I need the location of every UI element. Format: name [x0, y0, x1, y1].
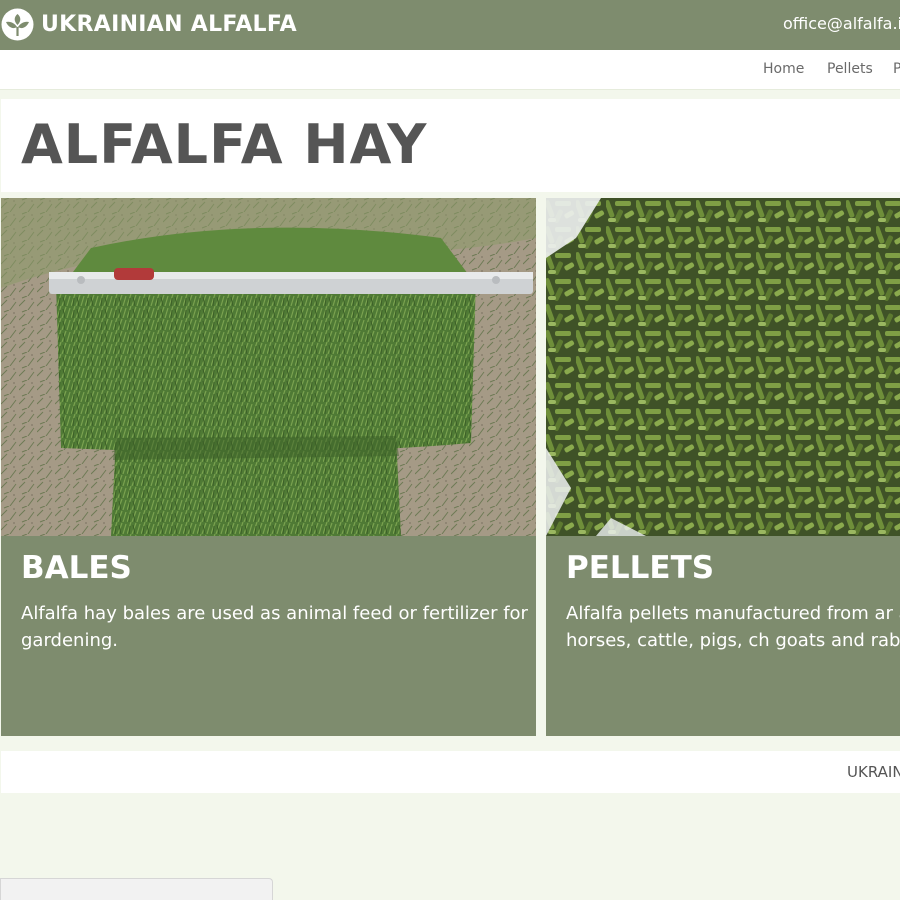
- pellets-image[interactable]: [546, 198, 900, 536]
- email-link[interactable]: office@alfalfa.in: [783, 14, 900, 33]
- nav-item-pellets[interactable]: Pellets: [827, 61, 873, 77]
- nav-item-home[interactable]: Home: [763, 61, 804, 77]
- card-text-bales: Alfalfa hay bales are used as animal fee…: [21, 603, 528, 651]
- card-text-pellets: Alfalfa pellets manufactured from ar alf…: [566, 603, 900, 651]
- card-title-pellets[interactable]: PELLETS: [566, 550, 714, 586]
- brand-name[interactable]: UKRAINIAN ALFALFA: [41, 12, 297, 37]
- leaf-logo-icon[interactable]: [1, 8, 34, 41]
- top-bar: UKRAINIAN ALFALFA office@alfalfa.in: [0, 0, 900, 50]
- title-panel: ALFALFA HAY: [1, 99, 900, 192]
- footer: UKRAIN: [1, 751, 900, 793]
- nav-bar: Home Pellets P: [0, 50, 900, 90]
- hay-bale-image[interactable]: [1, 198, 536, 536]
- bales-card[interactable]: BALES Alfalfa hay bales are used as anim…: [1, 198, 536, 736]
- card-title-bales[interactable]: BALES: [21, 550, 132, 586]
- pellets-card[interactable]: PELLETS Alfalfa pellets manufactured fro…: [546, 198, 900, 736]
- page-title: ALFALFA HAY: [21, 113, 428, 176]
- floating-panel[interactable]: [0, 878, 273, 900]
- nav-item-truncated[interactable]: P: [893, 61, 900, 77]
- footer-text: UKRAIN: [847, 763, 900, 781]
